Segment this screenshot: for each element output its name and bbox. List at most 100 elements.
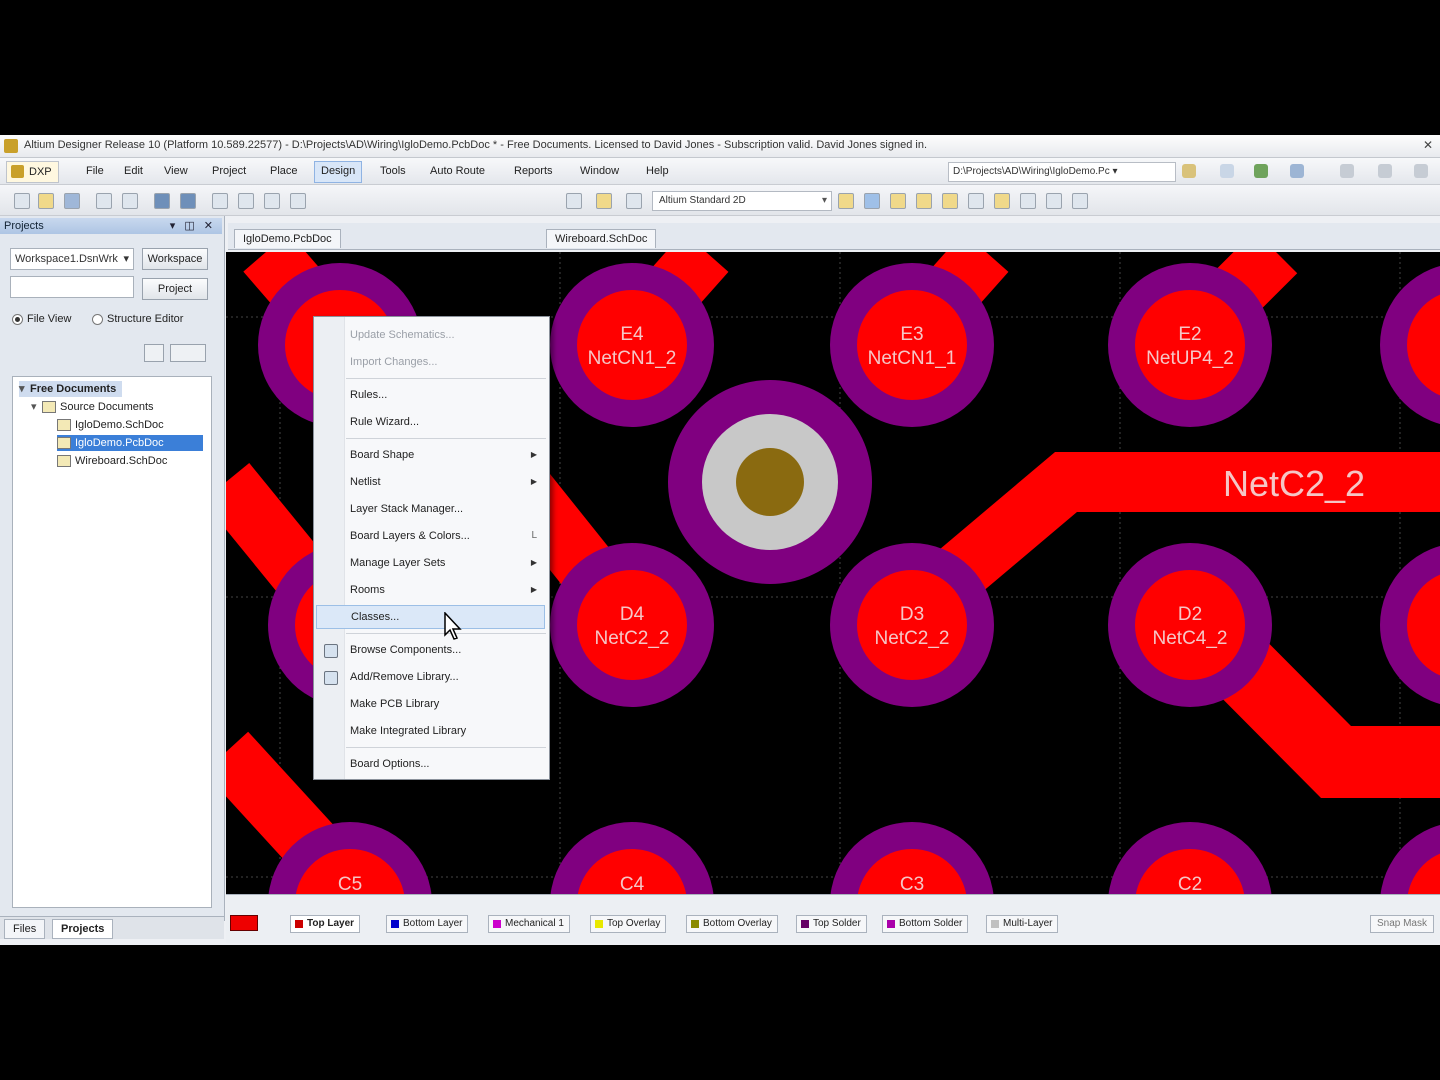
menu-rules[interactable]: Rules...: [316, 383, 545, 407]
menu-board-options[interactable]: Board Options...: [316, 752, 545, 776]
pcb-doc-icon: [57, 437, 71, 450]
minimize-doc-icon[interactable]: [1340, 164, 1354, 178]
menu-design[interactable]: Design: [314, 161, 363, 183]
menu-rule-wizard[interactable]: Rule Wizard...: [316, 410, 545, 434]
tree-file-schdoc[interactable]: IgloDemo.SchDoc: [57, 417, 170, 433]
navigate-forward-icon[interactable]: [1220, 164, 1234, 178]
snap-mask-controls[interactable]: Snap Mask: [1369, 915, 1434, 933]
component-icon[interactable]: [1072, 193, 1088, 209]
pad-net-label: NetC2_2: [875, 628, 950, 649]
via: [668, 380, 872, 584]
panel-options-icon[interactable]: [170, 344, 206, 362]
print-preview-icon[interactable]: [122, 193, 138, 209]
new-icon[interactable]: [14, 193, 30, 209]
menu-edit[interactable]: Edit: [118, 161, 149, 181]
restore-doc-icon[interactable]: [1378, 164, 1392, 178]
menu-rooms[interactable]: Rooms ▶: [316, 578, 545, 602]
doc-tab-wireboard[interactable]: Wireboard.SchDoc: [546, 229, 657, 248]
structure-editor-radio[interactable]: Structure Editor: [92, 312, 183, 326]
navigate-back-icon[interactable]: [1182, 164, 1196, 178]
menu-project[interactable]: Project: [206, 161, 252, 181]
tree-file-wireboard[interactable]: Wireboard.SchDoc: [57, 453, 173, 469]
menu-place[interactable]: Place: [264, 161, 304, 181]
place-polygon-icon[interactable]: [994, 193, 1010, 209]
tree-group-source-documents[interactable]: ▾ Source Documents: [31, 399, 160, 415]
save-icon[interactable]: [64, 193, 80, 209]
projects-panel-title: Projects: [4, 220, 44, 232]
menu-window[interactable]: Window: [574, 161, 625, 181]
rubber-stamp-icon[interactable]: [290, 193, 306, 209]
menu-reports[interactable]: Reports: [508, 161, 559, 181]
menu-browse-components[interactable]: Browse Components...: [316, 638, 545, 662]
project-button[interactable]: Project: [142, 278, 208, 300]
layer-swatch-icon: [391, 920, 399, 928]
submenu-arrow-icon: ▶: [530, 585, 537, 594]
menu-netlist[interactable]: Netlist ▶: [316, 470, 545, 494]
tree-group-free-documents[interactable]: ▾ Free Documents: [19, 381, 123, 397]
close-window-button[interactable]: ✕: [1420, 137, 1436, 153]
layer-tab-multi-layer[interactable]: Multi-Layer: [986, 915, 1059, 933]
menu-auto-route[interactable]: Auto Route: [424, 161, 491, 181]
layer-tab-bottom-solder[interactable]: Bottom Solder: [882, 915, 969, 933]
menu-update-schematics: Update Schematics...: [350, 329, 455, 341]
place-fill-icon[interactable]: [968, 193, 984, 209]
menu-manage-layer-sets[interactable]: Manage Layer Sets ▶: [316, 551, 545, 575]
layer-set-select[interactable]: Altium Standard 2D: [652, 191, 832, 211]
zoom-area-icon[interactable]: [180, 193, 196, 209]
current-layer-color[interactable]: [230, 915, 258, 931]
pencil-icon[interactable]: [596, 193, 612, 209]
print-icon[interactable]: [96, 193, 112, 209]
menu-add-remove-library[interactable]: Add/Remove Library...: [316, 665, 545, 689]
menu-file[interactable]: File: [80, 161, 110, 181]
text-icon[interactable]: [1046, 193, 1062, 209]
place-via-icon[interactable]: [916, 193, 932, 209]
panel-controls-icon[interactable]: ▾ ◫ ✕: [170, 218, 216, 234]
dxp-menu[interactable]: DXP: [6, 161, 59, 183]
paste-icon[interactable]: [264, 193, 280, 209]
interactive-route-icon[interactable]: [864, 193, 880, 209]
workspace-select[interactable]: Workspace1.DsnWrk: [10, 248, 134, 270]
menu-classes[interactable]: Classes...: [316, 605, 545, 629]
menu-board-shape[interactable]: Board Shape ▶: [316, 443, 545, 467]
doc-tab-iglodemo-pcb[interactable]: IgloDemo.PcbDoc: [234, 229, 341, 248]
menu-bar: DXP File Edit View Project Place Design …: [0, 158, 1440, 185]
zoom-fit-icon[interactable]: [154, 193, 170, 209]
panel-toggle-icon[interactable]: [1290, 164, 1304, 178]
folder-icon: [42, 401, 56, 414]
panel-refresh-icon[interactable]: [144, 344, 164, 362]
place-string-icon[interactable]: [1020, 193, 1036, 209]
menu-tools[interactable]: Tools: [374, 161, 412, 181]
project-select[interactable]: [10, 276, 134, 298]
menu-make-pcb-library[interactable]: Make PCB Library: [316, 692, 545, 716]
tab-files[interactable]: Files: [4, 919, 46, 939]
workspace-button[interactable]: Workspace: [142, 248, 208, 270]
place-pad-icon[interactable]: [890, 193, 906, 209]
tab-projects[interactable]: Projects: [52, 919, 114, 939]
menu-help[interactable]: Help: [640, 161, 675, 181]
filter-icon[interactable]: [838, 193, 854, 209]
redo-icon[interactable]: [566, 193, 582, 209]
layer-tab-bottom-overlay[interactable]: Bottom Overlay: [686, 915, 778, 933]
tree-file-pcbdoc[interactable]: IgloDemo.PcbDoc: [57, 435, 203, 451]
pad-ref-label: E4: [620, 324, 644, 345]
design-menu-dropdown: Update Schematics... Import Changes... R…: [313, 316, 550, 780]
home-icon[interactable]: [1254, 164, 1268, 178]
layer-tab-top-overlay[interactable]: Top Overlay: [590, 915, 667, 933]
browse-icon[interactable]: [626, 193, 642, 209]
menu-layer-stack-manager[interactable]: Layer Stack Manager...: [316, 497, 545, 521]
place-arc-icon[interactable]: [942, 193, 958, 209]
layer-tab-top-layer[interactable]: Top Layer: [290, 915, 361, 933]
copy-icon[interactable]: [238, 193, 254, 209]
open-icon[interactable]: [38, 193, 54, 209]
radio-unchecked-icon: [92, 313, 103, 325]
layer-tab-mechanical-1[interactable]: Mechanical 1: [488, 915, 570, 933]
menu-board-layers-colors[interactable]: Board Layers & Colors... L: [316, 524, 545, 548]
layer-tab-top-solder[interactable]: Top Solder: [796, 915, 867, 933]
document-path-combo[interactable]: D:\Projects\AD\Wiring\IgloDemo.Pc ▾: [948, 162, 1176, 182]
cut-icon[interactable]: [212, 193, 228, 209]
close-doc-icon[interactable]: [1414, 164, 1428, 178]
file-view-radio[interactable]: File View: [12, 312, 71, 326]
menu-make-integrated-library[interactable]: Make Integrated Library: [316, 719, 545, 743]
menu-view[interactable]: View: [158, 161, 194, 181]
layer-tab-bottom-layer[interactable]: Bottom Layer: [386, 915, 469, 933]
